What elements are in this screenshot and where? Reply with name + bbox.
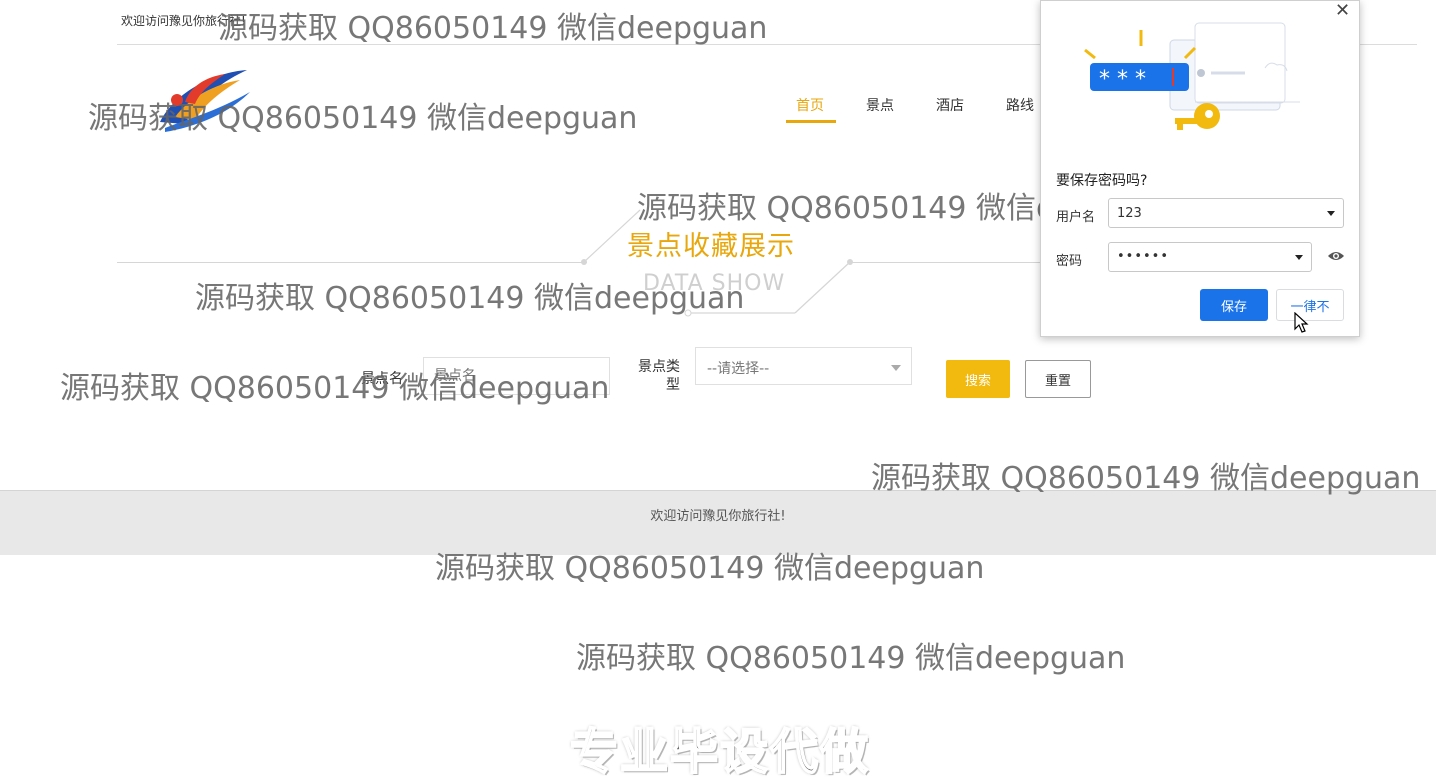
attraction-type-label: 景点类型 <box>638 359 680 393</box>
attraction-name-input-wrap <box>423 357 610 395</box>
section-title: 景点收藏展示 <box>627 231 795 262</box>
nav-routes[interactable]: 路线 <box>1006 95 1034 115</box>
nav-hotels[interactable]: 酒店 <box>936 95 964 115</box>
eye-icon[interactable] <box>1327 249 1345 263</box>
search-button[interactable]: 搜索 <box>946 360 1010 398</box>
never-save-button[interactable]: 一律不 <box>1276 289 1344 321</box>
password-select[interactable]: •••••• <box>1108 242 1312 272</box>
reset-button[interactable]: 重置 <box>1025 360 1091 398</box>
promo-banner: 专业毕设代做 <box>569 723 871 781</box>
nav-attractions[interactable]: 景点 <box>866 95 894 115</box>
watermark: 源码获取 QQ86050149 微信deepguan <box>218 11 768 46</box>
close-icon[interactable]: ✕ <box>1335 0 1350 21</box>
username-label: 用户名 <box>1056 210 1096 225</box>
chevron-down-icon <box>1327 211 1335 216</box>
title-divider-left <box>117 262 587 263</box>
mouse-cursor-icon <box>1294 312 1309 333</box>
attraction-name-label: 景点名 <box>361 371 403 387</box>
username-value: 123 <box>1117 206 1142 221</box>
site-logo[interactable] <box>155 62 255 134</box>
password-value: •••••• <box>1117 249 1170 264</box>
title-divider-right <box>850 262 1040 263</box>
save-password-button[interactable]: 保存 <box>1200 289 1268 321</box>
section-subtitle: DATA SHOW <box>643 271 786 296</box>
masked-password-text: * * * <box>1099 67 1146 92</box>
password-label: 密码 <box>1056 254 1083 269</box>
nav-active-indicator <box>786 120 836 123</box>
chevron-down-icon <box>891 365 901 371</box>
watermark: 源码获取 QQ86050149 微信deepguan <box>576 641 1126 676</box>
footer-text: 欢迎访问豫见你旅行社! <box>650 509 786 524</box>
attraction-name-input[interactable] <box>424 358 609 394</box>
username-select[interactable]: 123 <box>1108 198 1344 228</box>
password-key-illustration: * * * <box>1084 22 1300 130</box>
nav-home[interactable]: 首页 <box>796 95 824 115</box>
attraction-type-value: --请选择-- <box>707 361 770 377</box>
welcome-text: 欢迎访问豫见你旅行社! <box>121 14 246 28</box>
chevron-down-icon <box>1295 255 1303 260</box>
save-password-question: 要保存密码吗? <box>1056 173 1148 189</box>
attraction-type-select[interactable]: --请选择-- <box>695 347 912 385</box>
